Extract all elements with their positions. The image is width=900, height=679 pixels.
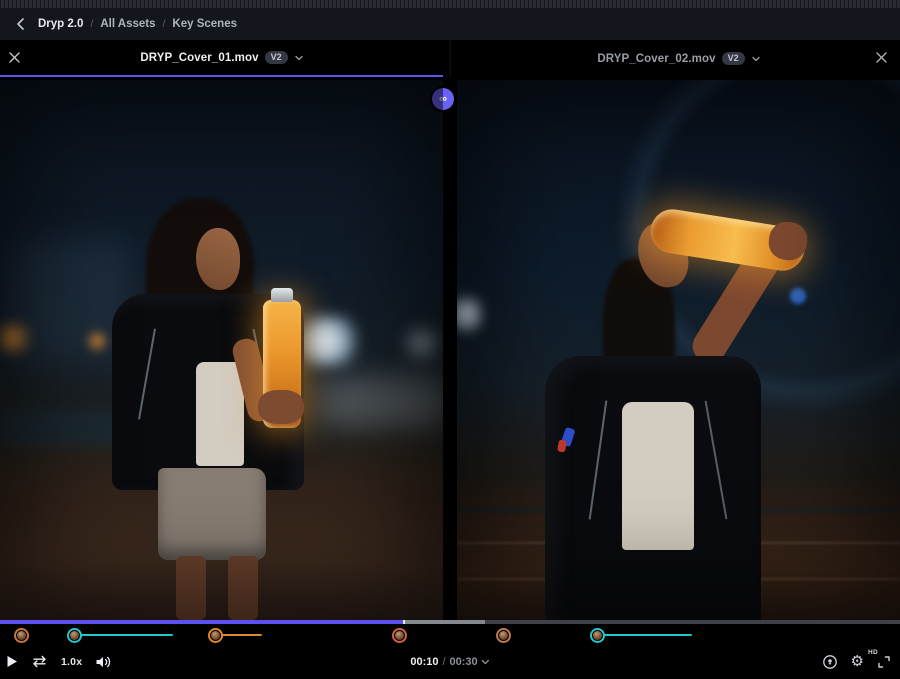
close-icon xyxy=(875,51,888,64)
settings-button[interactable]: ⚙ HD xyxy=(851,654,864,669)
breadcrumb-separator: / xyxy=(163,18,166,30)
comment-range-line xyxy=(75,634,173,636)
comment-range-line xyxy=(598,634,693,636)
close-icon xyxy=(8,51,21,64)
right-version-chevron-down-icon[interactable] xyxy=(752,56,760,62)
comment-marker[interactable] xyxy=(392,628,407,643)
markers-row xyxy=(0,624,900,646)
volume-button[interactable] xyxy=(95,655,112,669)
right-panel-header: DRYP_Cover_02.mov V2 xyxy=(457,40,900,77)
back-button[interactable] xyxy=(12,16,28,32)
left-file-name: DRYP_Cover_01.mov xyxy=(140,52,258,64)
timecode-group: 00:10 / 00:30 xyxy=(410,644,489,679)
left-file-title-group[interactable]: DRYP_Cover_01.mov V2 xyxy=(140,51,302,65)
breadcrumb-all-assets[interactable]: All Assets xyxy=(100,18,155,30)
commenter-avatar xyxy=(70,631,79,640)
video-stage xyxy=(0,80,900,620)
breadcrumb: Dryp 2.0 / All Assets / Key Scenes xyxy=(38,18,237,30)
compare-player-app: Dryp 2.0 / All Assets / Key Scenes DRYP_… xyxy=(0,0,900,679)
current-time: 00:10 xyxy=(410,656,438,668)
play-button[interactable] xyxy=(6,655,18,668)
left-version-badge[interactable]: V2 xyxy=(265,51,288,65)
right-controls-group: ⚙ HD xyxy=(822,644,891,679)
comment-marker[interactable] xyxy=(496,628,511,643)
breadcrumb-project[interactable]: Dryp 2.0 xyxy=(38,18,83,30)
duration[interactable]: 00:30 xyxy=(450,656,478,668)
window-top-strip xyxy=(0,0,900,8)
compare-header: DRYP_Cover_01.mov V2 DRYP_Cover_02.mov V… xyxy=(0,40,900,77)
timecode-chevron-down-icon[interactable] xyxy=(482,659,490,665)
right-scene-vignette xyxy=(457,80,900,620)
commenter-avatar xyxy=(499,631,508,640)
right-file-name: DRYP_Cover_02.mov xyxy=(597,53,715,65)
left-panel-header: DRYP_Cover_01.mov V2 xyxy=(0,40,443,77)
comment-marker[interactable] xyxy=(208,628,223,643)
breadcrumb-key-scenes[interactable]: Key Scenes xyxy=(172,18,237,30)
breadcrumb-separator: / xyxy=(90,18,93,30)
fullscreen-button[interactable] xyxy=(877,655,891,669)
commenter-avatar xyxy=(593,631,602,640)
play-icon xyxy=(6,655,18,668)
breadcrumb-bar: Dryp 2.0 / All Assets / Key Scenes xyxy=(0,8,900,40)
left-controls-group: 1.0x xyxy=(6,644,112,679)
volume-icon xyxy=(95,655,112,669)
quality-badge: HD xyxy=(868,649,878,656)
timeline-zone: 1.0x 00:10 / 00:30 xyxy=(0,620,900,679)
playback-speed-button[interactable]: 1.0x xyxy=(61,656,82,668)
marker-pin-icon xyxy=(822,654,838,670)
gear-icon: ⚙ xyxy=(851,654,864,669)
right-video-frame[interactable] xyxy=(457,80,900,620)
commenter-avatar xyxy=(17,631,26,640)
loop-icon xyxy=(31,654,48,669)
commenter-avatar xyxy=(395,631,404,640)
close-left-panel-button[interactable] xyxy=(8,51,23,66)
comment-marker[interactable] xyxy=(67,628,82,643)
commenter-avatar xyxy=(211,631,220,640)
time-separator: / xyxy=(442,656,445,668)
playback-controls: 1.0x 00:10 / 00:30 xyxy=(0,644,900,679)
close-right-panel-button[interactable] xyxy=(875,51,890,66)
left-scene-vignette xyxy=(0,80,443,620)
right-version-badge[interactable]: V2 xyxy=(722,52,745,66)
comment-marker[interactable] xyxy=(590,628,605,643)
marker-visibility-button[interactable] xyxy=(822,654,838,670)
panel-divider xyxy=(449,40,451,77)
left-video-frame[interactable] xyxy=(0,80,443,620)
right-file-title-group[interactable]: DRYP_Cover_02.mov V2 xyxy=(597,52,759,66)
comment-marker[interactable] xyxy=(14,628,29,643)
loop-button[interactable] xyxy=(31,654,48,669)
fullscreen-icon xyxy=(877,655,891,669)
chevron-left-icon xyxy=(16,18,25,30)
left-version-chevron-down-icon[interactable] xyxy=(295,55,303,61)
